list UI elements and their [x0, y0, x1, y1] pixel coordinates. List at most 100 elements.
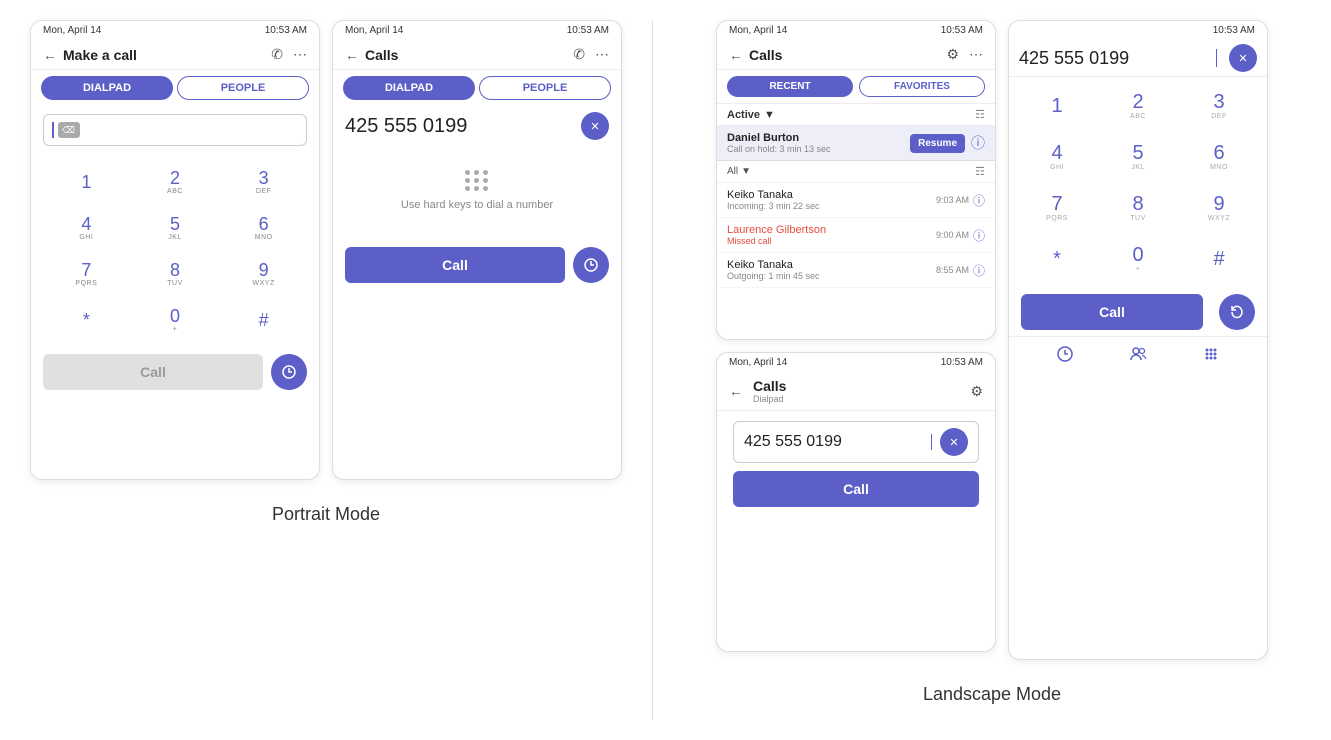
active-call-banner-3: Daniel Burton Call on hold: 3 min 13 sec… [717, 126, 995, 161]
right-dialpad-grid-5: 1 2ABC 3DEF 4GHI 5JKL 6MNO 7PQRS 8TUV 9W… [1009, 77, 1267, 288]
right-dial-key-5-7[interactable]: 7PQRS [1017, 183, 1097, 233]
landscape-label: Landscape Mode [923, 684, 1061, 705]
dial-key-1-7[interactable]: 7PQRS [43, 252, 130, 296]
call-button-5[interactable]: Call [1021, 294, 1203, 330]
nav-left-2: ← Calls [345, 47, 398, 63]
tab-dialpad-1[interactable]: DIALPAD [41, 76, 173, 100]
clear-btn-4[interactable]: ✕ [940, 428, 968, 456]
active-call-info-3: Daniel Burton Call on hold: 3 min 13 sec [727, 132, 910, 154]
recents-btn-2[interactable] [573, 247, 609, 283]
nav-left-1: ← Make a call [43, 47, 137, 63]
tab-people-2[interactable]: PEOPLE [479, 76, 611, 100]
active-filter-3[interactable]: Active ▼ [727, 109, 775, 121]
status-date-4: Mon, April 14 [729, 357, 787, 368]
dial-key-1-hash[interactable]: # [220, 298, 307, 342]
dial-key-1-5[interactable]: 5JKL [132, 206, 219, 250]
phone-icon-2[interactable]: ✆ [573, 46, 585, 63]
call-name-3-2: Laurence Gilbertson [727, 224, 936, 236]
right-dial-key-5-5[interactable]: 5JKL [1098, 132, 1178, 182]
status-time-2: 10:53 AM [567, 25, 609, 36]
portrait-frame-1: Mon, April 14 10:53 AM ← Make a call ✆ ⋯ [30, 20, 320, 480]
right-dial-key-5-8[interactable]: 8TUV [1098, 183, 1178, 233]
dialpad-grid-1: 1 2ABC 3DEF 4GHI 5JKL 6MNO 7PQRS 8TUV 9W… [31, 154, 319, 348]
page-title-4: Calls [753, 378, 786, 394]
call-item-3-1[interactable]: Keiko Tanaka Incoming: 3 min 22 sec 9:03… [717, 183, 995, 218]
right-dial-key-5-2[interactable]: 2ABC [1098, 81, 1178, 131]
right-dial-key-5-6[interactable]: 6MNO [1179, 132, 1259, 182]
landscape-frame-dialpad-bottom: Mon, April 14 10:53 AM ← Calls Dialpad [716, 352, 996, 652]
nav-icons-1: ✆ ⋯ [271, 46, 307, 63]
dialpad-icon-5[interactable] [1202, 345, 1220, 368]
dial-key-1-star[interactable]: * [43, 298, 130, 342]
right-dial-key-5-1[interactable]: 1 [1017, 81, 1097, 131]
call-button-2[interactable]: Call [345, 247, 565, 283]
more-icon-2[interactable]: ⋯ [595, 46, 609, 63]
call-desc-3-1: Incoming: 3 min 22 sec [727, 201, 936, 211]
call-item-3-2[interactable]: Laurence Gilbertson Missed call 9:00 AM … [717, 218, 995, 253]
status-bar-1: Mon, April 14 10:53 AM [31, 21, 319, 40]
call-item-3-3[interactable]: Keiko Tanaka Outgoing: 1 min 45 sec 8:55… [717, 253, 995, 288]
recents-btn-5[interactable] [1219, 294, 1255, 330]
dial-key-1-0[interactable]: 0+ [132, 298, 219, 342]
nav-icons-2: ✆ ⋯ [573, 46, 609, 63]
landscape-frames-row: Mon, April 14 10:53 AM ← Calls ⚙ ⋯ [716, 20, 1268, 660]
call-desc-3-3: Outgoing: 1 min 45 sec [727, 271, 936, 281]
dial-key-1-3[interactable]: 3DEF [220, 160, 307, 204]
right-dial-key-5-hash[interactable]: # [1179, 234, 1259, 284]
all-filter-label-3[interactable]: All ▼ [727, 166, 751, 177]
dial-key-1-8[interactable]: 8TUV [132, 252, 219, 296]
back-arrow-3[interactable]: ← [729, 47, 743, 63]
more-icon-1[interactable]: ⋯ [293, 46, 307, 63]
history-icon-5[interactable] [1056, 345, 1074, 368]
right-dial-key-5-4[interactable]: 4GHI [1017, 132, 1097, 182]
resume-button-3[interactable]: Resume [910, 134, 965, 153]
hardkeys-dots-2 [465, 170, 489, 191]
right-dial-key-5-3[interactable]: 3DEF [1179, 81, 1259, 131]
active-call-status-3: Call on hold: 3 min 13 sec [727, 144, 910, 154]
tabs-bar-1: DIALPAD PEOPLE [31, 70, 319, 106]
tabs-bar-2: DIALPAD PEOPLE [333, 70, 621, 106]
recents-btn-1[interactable] [271, 354, 307, 390]
filter-icon-3[interactable]: ☶ [975, 108, 985, 121]
clear-btn-blue-2[interactable]: ✕ [581, 112, 609, 140]
settings-icon-3[interactable]: ⚙ [946, 46, 959, 63]
filter-icon-sub-3[interactable]: ☶ [975, 165, 985, 178]
dial-key-1-6[interactable]: 6MNO [220, 206, 307, 250]
clear-btn-5[interactable]: ✕ [1229, 44, 1257, 72]
dial-key-1-4[interactable]: 4GHI [43, 206, 130, 250]
status-date-3: Mon, April 14 [729, 25, 787, 36]
settings-icon-4[interactable]: ⚙ [970, 383, 983, 400]
nav-left-3: ← Calls [729, 47, 782, 63]
right-dial-key-5-star[interactable]: * [1017, 234, 1097, 284]
phone-icon-1[interactable]: ✆ [271, 46, 283, 63]
dialpad-input-row-1[interactable]: ⌫ [43, 114, 307, 146]
back-arrow-2[interactable]: ← [345, 47, 359, 63]
back-arrow-4[interactable]: ← [729, 383, 743, 399]
info-icon-active-3[interactable]: ⓘ [971, 133, 985, 153]
nav-bar-4: ← Calls Dialpad ⚙ [717, 372, 995, 411]
info-icon-3-1[interactable]: ⓘ [973, 192, 985, 209]
dial-key-1-1[interactable]: 1 [43, 160, 130, 204]
dial-key-1-2[interactable]: 2ABC [132, 160, 219, 204]
status-time-3: 10:53 AM [941, 25, 983, 36]
nav-bar-1: ← Make a call ✆ ⋯ [31, 40, 319, 70]
page-title-2: Calls [365, 47, 398, 63]
right-dial-key-5-0[interactable]: 0+ [1098, 234, 1178, 284]
people-icon-5[interactable] [1129, 345, 1147, 368]
clear-btn-1[interactable]: ⌫ [58, 122, 80, 138]
call-button-4[interactable]: Call [733, 471, 979, 507]
tab-recent-3[interactable]: RECENT [727, 76, 853, 97]
hardkeys-msg-2: Use hard keys to dial a number [333, 140, 621, 241]
more-icon-3[interactable]: ⋯ [969, 46, 983, 63]
info-icon-3-3[interactable]: ⓘ [973, 262, 985, 279]
hardkeys-label-2: Use hard keys to dial a number [401, 199, 553, 211]
tab-dialpad-2[interactable]: DIALPAD [343, 76, 475, 100]
tab-favorites-3[interactable]: FAVORITES [859, 76, 985, 97]
info-icon-3-2[interactable]: ⓘ [973, 227, 985, 244]
cursor-4 [931, 434, 933, 450]
call-button-1[interactable]: Call [43, 354, 263, 390]
right-dial-key-5-9[interactable]: 9WXYZ [1179, 183, 1259, 233]
tab-people-1[interactable]: PEOPLE [177, 76, 309, 100]
dial-key-1-9[interactable]: 9WXYZ [220, 252, 307, 296]
back-arrow-1[interactable]: ← [43, 47, 57, 63]
